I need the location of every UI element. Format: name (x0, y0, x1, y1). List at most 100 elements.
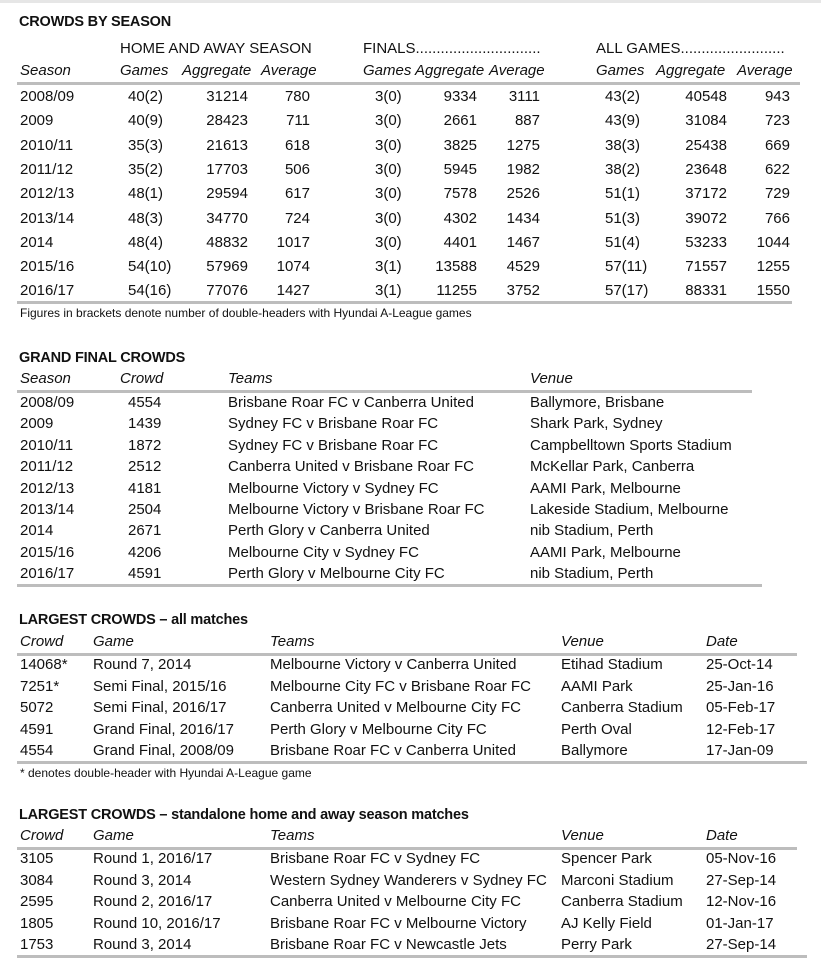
cell-ha-average: 1427 (276, 282, 310, 300)
header-game: Game (93, 633, 134, 650)
header-f-average: Average (489, 62, 545, 79)
table-row: 2009 1439 Sydney FC v Brisbane Roar FC Shar… (0, 415, 800, 439)
table-row: 2013/14 2504 Melbourne Victory v Brisbane … (0, 501, 800, 525)
header-f-games: Games (363, 62, 412, 79)
cell-teams: Brisbane Roar FC v Sydney FC (270, 850, 481, 867)
group-label-all-games: ALL GAMES......................... (596, 40, 785, 57)
cell-season: 2012/13 (20, 185, 75, 203)
cell-game: Round 2, 2016/17 (93, 893, 213, 910)
cell-crowd: 5072 (20, 699, 54, 716)
cell-venue: nib Stadium, Perth (530, 522, 654, 540)
cell-season: 2016/17 (20, 565, 75, 583)
cell-a-games: 38(2) (605, 160, 641, 178)
cell-ha-average: 617 (284, 185, 310, 203)
cell-game: Grand Final, 2016/17 (93, 720, 234, 738)
cell-a-games: 38(3) (605, 136, 641, 154)
table-row: 1805 Round 10, 2016/17 Brisbane Roar FC v … (0, 915, 800, 939)
table-row: 2009 40(9) 28423 711 3(0) 2661 887 43(9) 31084 72… (0, 112, 800, 136)
cell-ha-aggregate: 57969 (206, 258, 248, 276)
header-crowd: Crowd (20, 827, 64, 844)
cell-teams: Canberra United v Melbourne City FC (270, 699, 521, 716)
header-a-aggregate: Aggregate (656, 62, 726, 79)
cell-f-games: 3(0) (375, 185, 402, 203)
cell-season: 2013/14 (20, 501, 75, 518)
cell-teams: Brisbane Roar FC v Newcastle Jets (270, 936, 507, 953)
group-label-home-away: HOME AND AWAY SEASON (120, 40, 312, 57)
cell-ha-average: 1017 (276, 233, 310, 251)
table-row: 14068* Round 7, 2014 Melbourne Victory v C… (0, 656, 800, 680)
cell-a-games: 51(3) (605, 209, 641, 227)
cell-crowd: 3084 (20, 871, 54, 889)
cell-f-games: 3(0) (375, 160, 402, 178)
header-crowd: Crowd (20, 633, 64, 650)
cell-ha-average: 711 (286, 112, 310, 130)
cell-teams: Perth Glory v Melbourne City FC (270, 720, 487, 738)
header-venue: Venue (530, 370, 573, 387)
cell-f-games: 3(0) (375, 88, 402, 105)
cell-f-aggregate: 4401 (443, 233, 477, 251)
section-title: LARGEST CROWDS – standalone home and awa… (19, 807, 469, 823)
cell-f-average: 3111 (508, 88, 540, 105)
cell-game: Round 10, 2016/17 (93, 914, 221, 932)
cell-teams: Perth Glory v Melbourne City FC (228, 565, 445, 583)
cell-crowd: 2512 (128, 458, 162, 476)
cell-f-games: 3(0) (375, 209, 402, 227)
cell-f-aggregate: 5945 (443, 160, 477, 178)
cell-venue: Perry Park (561, 936, 632, 953)
cell-season: 2009 (20, 415, 54, 433)
cell-teams: Sydney FC v Brisbane Roar FC (228, 415, 439, 433)
header-date: Date (706, 633, 738, 650)
cell-crowd: 1439 (128, 415, 162, 433)
cell-venue: Canberra Stadium (561, 699, 683, 716)
cell-f-aggregate: 9334 (443, 88, 477, 105)
cell-season: 2014 (20, 522, 54, 540)
cell-season: 2011/12 (20, 160, 74, 178)
cell-crowd: 4554 (128, 394, 162, 411)
cell-venue: AAMI Park, Melbourne (530, 479, 681, 497)
cell-crowd: 2595 (20, 893, 54, 910)
header-venue: Venue (561, 633, 604, 650)
footer-rule (17, 761, 807, 764)
cell-date: 27-Sep-14 (706, 871, 777, 889)
cell-f-aggregate: 4302 (443, 209, 477, 227)
cell-ha-aggregate: 29594 (206, 185, 248, 203)
cell-ha-games: 40(2) (128, 88, 164, 105)
cell-ha-aggregate: 21613 (206, 136, 248, 154)
group-label-finals: FINALS.............................. (363, 40, 541, 57)
cell-f-games: 3(0) (375, 233, 402, 251)
cell-ha-games: 35(2) (128, 160, 164, 178)
table-row: 2595 Round 2, 2016/17 Canberra United v Me… (0, 893, 800, 917)
cell-venue: Shark Park, Sydney (530, 415, 663, 433)
cell-teams: Melbourne Victory v Sydney FC (228, 479, 439, 497)
table-row: 7251* Semi Final, 2015/16 Melbourne City F… (0, 678, 800, 702)
header-ha-average: Average (261, 62, 317, 79)
cell-season: 2015/16 (20, 543, 75, 561)
cell-crowd: 4554 (20, 742, 54, 759)
cell-game: Round 3, 2014 (93, 936, 192, 953)
cell-season: 2008/09 (20, 394, 75, 411)
section-title: GRAND FINAL CROWDS (19, 350, 186, 366)
table-row: 2008/09 40(2) 31214 780 3(0) 9334 3111 43(2) 405… (0, 88, 800, 112)
cell-teams: Brisbane Roar FC v Canberra United (270, 742, 516, 759)
cell-venue: Marconi Stadium (561, 871, 674, 889)
table-row: 2012/13 48(1) 29594 617 3(0) 7578 2526 51(1) 371… (0, 185, 800, 209)
cell-a-aggregate: 40548 (685, 88, 727, 105)
cell-f-aggregate: 11255 (436, 282, 477, 300)
cell-ha-games: 48(3) (128, 209, 164, 227)
table-row: 2011/12 35(2) 17703 506 3(0) 5945 1982 38(2) 236… (0, 161, 800, 185)
section-title: CROWDS BY SEASON (19, 14, 172, 30)
cell-teams: Melbourne City v Sydney FC (228, 543, 419, 561)
cell-ha-games: 40(9) (128, 112, 164, 130)
cell-teams: Perth Glory v Canberra United (228, 522, 430, 540)
table-row: 2011/12 2512 Canberra United v Brisbane Ro… (0, 458, 800, 482)
header-season: Season (20, 370, 71, 387)
cell-date: 25-Jan-16 (706, 677, 774, 695)
cell-date: 05-Feb-17 (706, 699, 776, 716)
cell-season: 2014 (20, 233, 54, 251)
season-note: Figures in brackets denote number of dou… (20, 306, 472, 320)
cell-teams: Brisbane Roar FC v Canberra United (228, 394, 474, 411)
cell-crowd: 1872 (128, 436, 162, 454)
cell-season: 2008/09 (20, 88, 75, 105)
cell-f-average: 3752 (506, 282, 540, 300)
header-crowd: Crowd (120, 370, 164, 387)
